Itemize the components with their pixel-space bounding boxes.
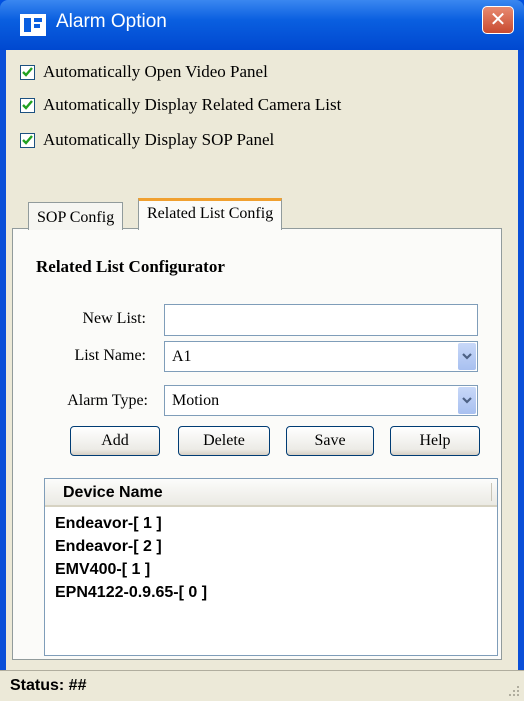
chevron-down-icon (462, 353, 472, 360)
list-item[interactable]: EMV400-[ 1 ] (55, 561, 150, 583)
section-title: Related List Configurator (36, 257, 225, 276)
window-title: Alarm Option (56, 11, 167, 32)
status-text: Status: ## (10, 677, 87, 694)
tab-sop-config[interactable]: SOP Config (28, 202, 124, 230)
dropdown-button[interactable] (458, 343, 476, 370)
add-button[interactable]: Add (70, 426, 160, 456)
chevron-down-icon (462, 397, 472, 404)
list-item[interactable]: Endeavor-[ 1 ] (55, 515, 162, 537)
alarm-option-window: Alarm Option ✕ Automatically Open Video … (0, 0, 524, 701)
check-mark-icon (22, 66, 33, 77)
save-button[interactable]: Save (286, 426, 374, 456)
new-list-label: New List: (82, 310, 146, 327)
help-button[interactable]: Help (390, 426, 480, 456)
close-button[interactable]: ✕ (482, 6, 514, 34)
checkbox[interactable] (20, 64, 35, 80)
list-name-label: List Name: (74, 347, 146, 364)
option-label: Automatically Open Video Panel (43, 62, 268, 81)
alarm-type-value: Motion (172, 392, 220, 409)
window-border-right (518, 50, 524, 670)
checkbox[interactable] (20, 97, 35, 113)
list-item[interactable]: EPN4122-0.9.65-[ 0 ] (55, 584, 207, 606)
column-divider[interactable] (491, 483, 492, 501)
dropdown-button[interactable] (458, 387, 476, 414)
device-list[interactable]: Device Name Endeavor-[ 1 ] Endeavor-[ 2 … (44, 478, 498, 656)
column-header-label: Device Name (63, 484, 163, 501)
column-header-device-name[interactable]: Device Name (45, 479, 497, 507)
status-bar: Status: ## (0, 670, 524, 701)
checkbox[interactable] (20, 132, 35, 148)
tab-related-list-config[interactable]: Related List Config (138, 198, 283, 230)
new-list-input[interactable] (164, 304, 478, 336)
alarm-type-select[interactable]: Motion (164, 385, 478, 416)
list-item[interactable]: Endeavor-[ 2 ] (55, 538, 162, 560)
list-name-select[interactable]: A1 (164, 341, 478, 372)
list-name-value: A1 (172, 348, 192, 365)
option-label: Automatically Display Related Camera Lis… (43, 95, 342, 114)
resize-grip-icon[interactable] (508, 685, 520, 697)
option-open-video-panel[interactable]: Automatically Open Video Panel (20, 61, 268, 83)
option-display-camera-list[interactable]: Automatically Display Related Camera Lis… (20, 94, 341, 116)
check-mark-icon (22, 99, 33, 110)
check-mark-icon (22, 134, 33, 145)
title-bar[interactable]: Alarm Option ✕ (0, 0, 524, 50)
delete-button[interactable]: Delete (178, 426, 270, 456)
app-logo-icon (20, 14, 46, 36)
alarm-type-label: Alarm Type: (67, 392, 148, 409)
option-label: Automatically Display SOP Panel (43, 130, 275, 149)
option-display-sop-panel[interactable]: Automatically Display SOP Panel (20, 129, 274, 151)
